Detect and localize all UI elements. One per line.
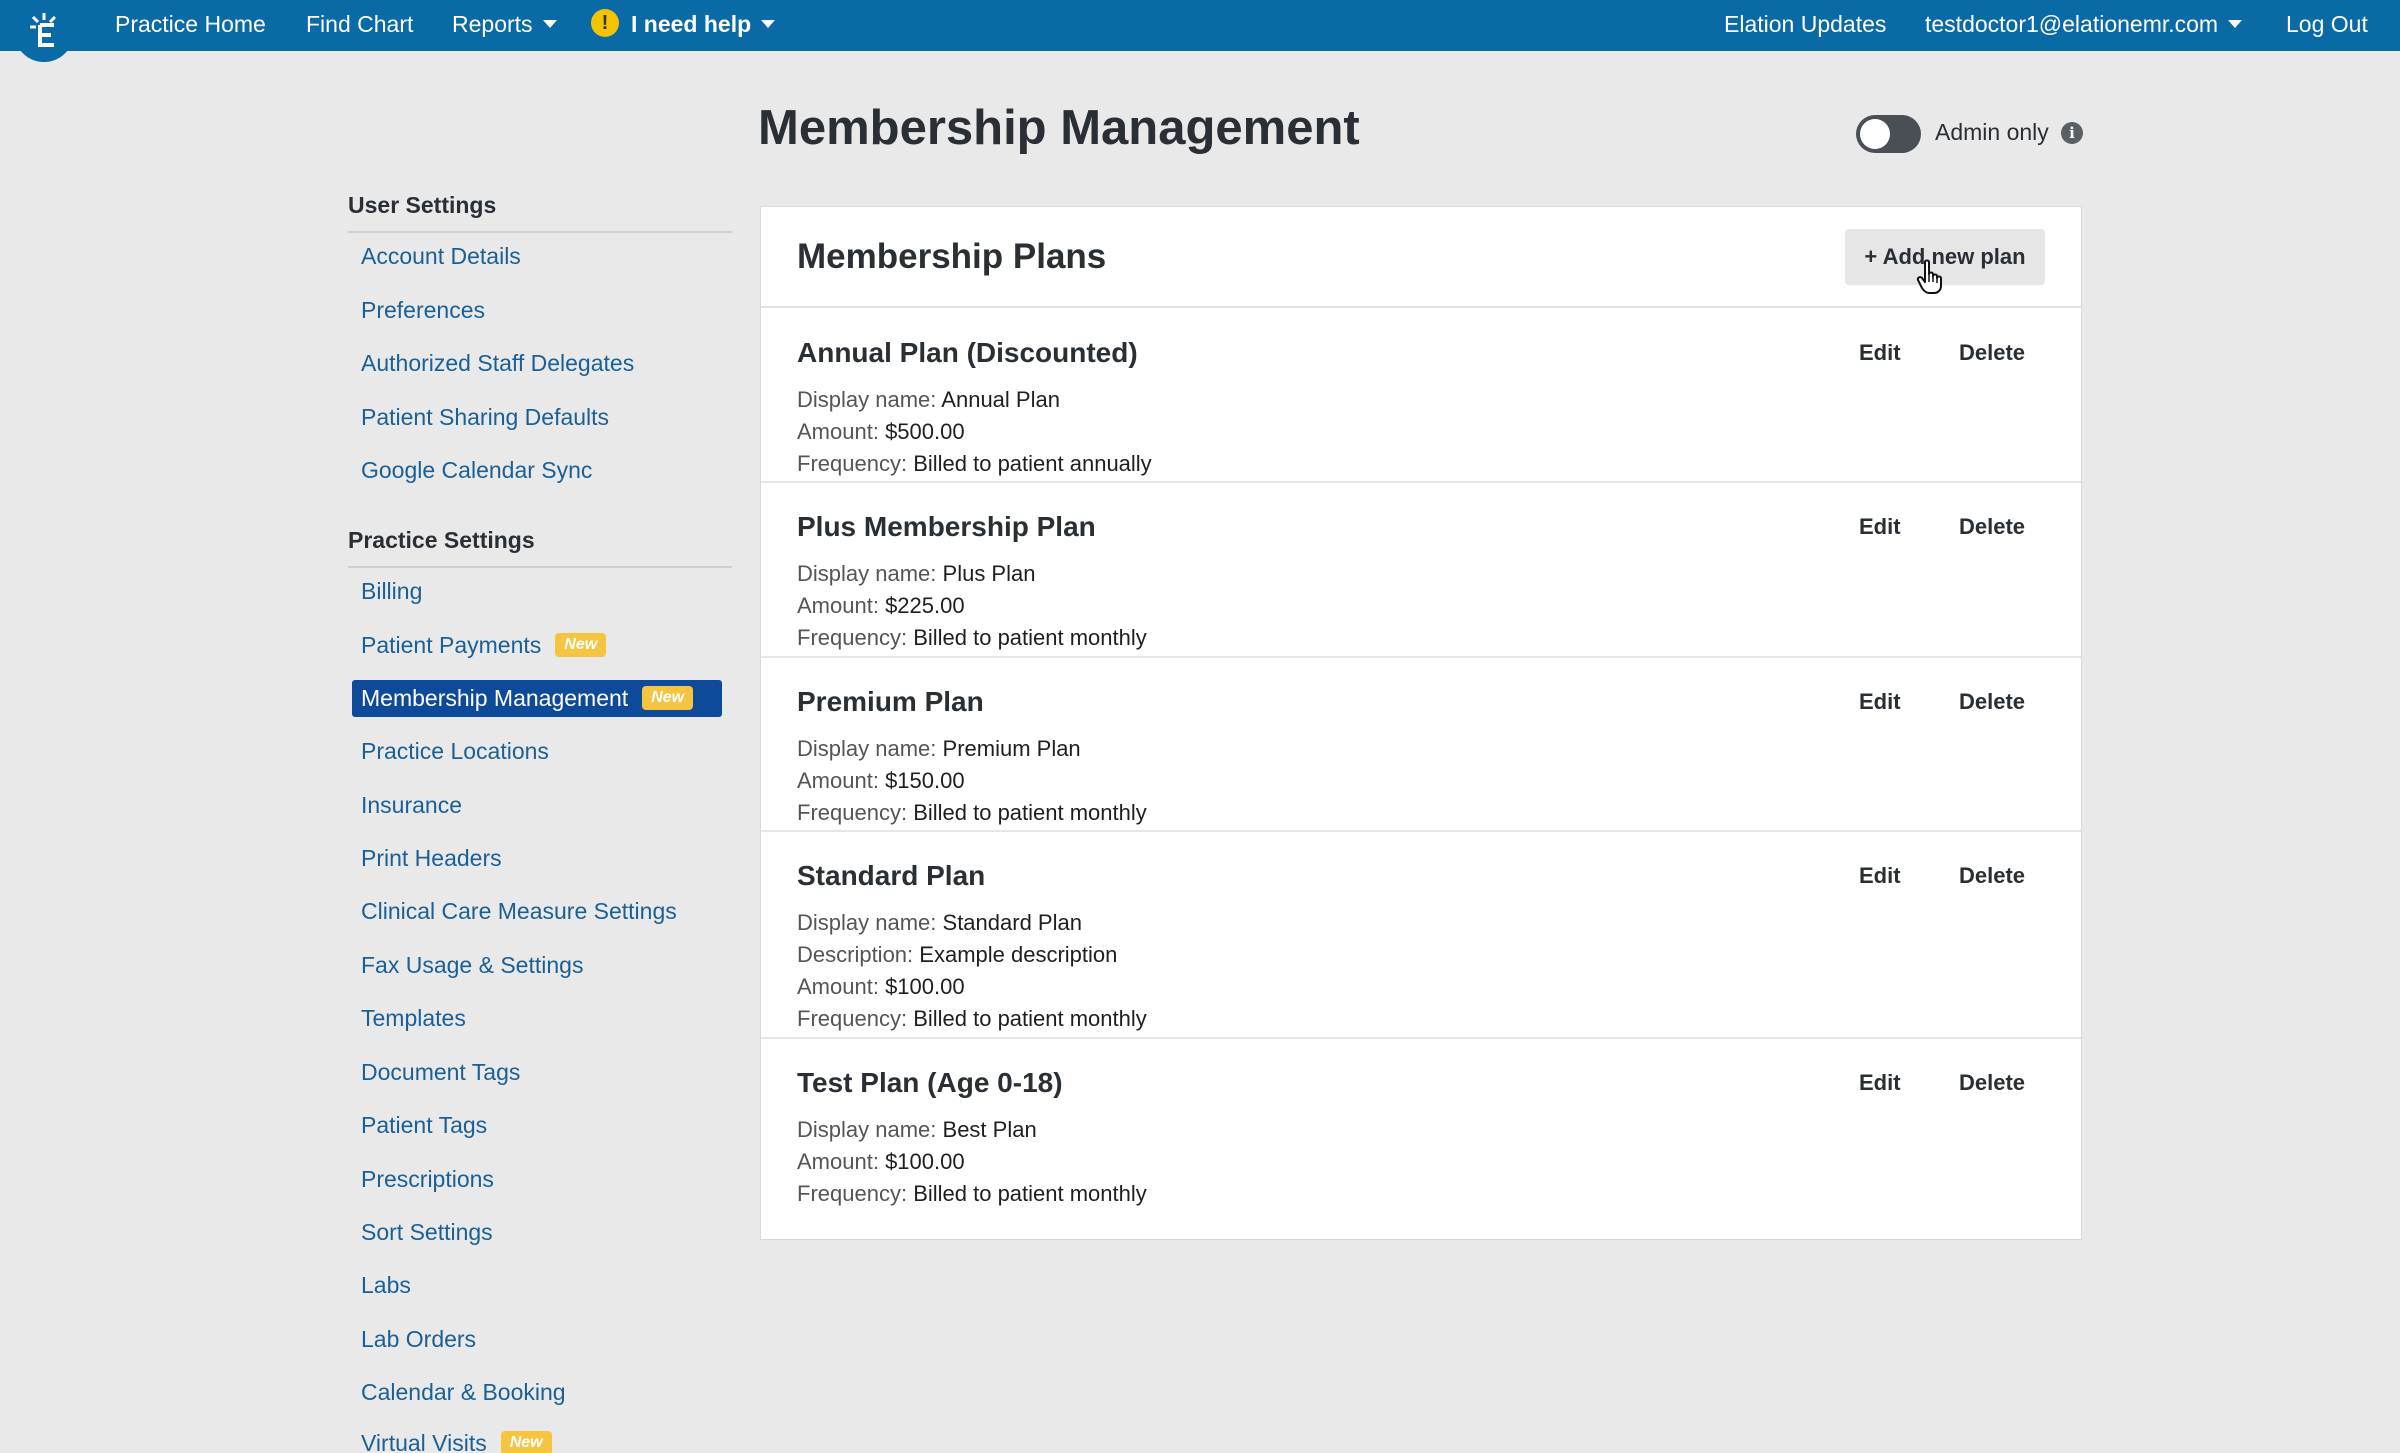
plan-display-name: Display name: Annual Plan xyxy=(797,387,1060,412)
edit-plan-button[interactable]: Edit xyxy=(1859,514,1901,540)
plan-name: Premium Plan xyxy=(797,686,984,717)
toggle-knob xyxy=(1860,119,1890,149)
new-badge: New xyxy=(500,1430,552,1453)
sidebar-item-templates[interactable]: Templates xyxy=(352,1000,722,1037)
elation-logo-icon xyxy=(30,13,57,47)
sidebar-item-fax-usage-settings[interactable]: Fax Usage & Settings xyxy=(352,947,722,984)
sidebar-item-preferences[interactable]: Preferences xyxy=(352,292,722,329)
sidebar-item-label: Virtual Visits xyxy=(361,1430,487,1453)
delete-plan-button[interactable]: Delete xyxy=(1959,340,2025,366)
nav-help-label: I need help xyxy=(631,11,752,37)
user-settings-heading: User Settings xyxy=(348,192,732,233)
sidebar-item-account-details[interactable]: Account Details xyxy=(352,238,722,275)
sidebar-item-label: Membership Management xyxy=(361,685,629,711)
plan-name: Plus Membership Plan xyxy=(797,511,1096,542)
sidebar-item-prescriptions[interactable]: Prescriptions xyxy=(352,1161,722,1198)
new-badge: New xyxy=(555,632,607,657)
plan-display-name: Display name: Premium Plan xyxy=(797,736,1081,761)
admin-only-label: Admin only xyxy=(1935,119,2049,145)
sidebar-item-insurance[interactable]: Insurance xyxy=(352,787,722,824)
sidebar-item-sort-settings[interactable]: Sort Settings xyxy=(352,1214,722,1251)
nav-i-need-help[interactable]: ! I need help xyxy=(591,0,776,51)
plan-row: Annual Plan (Discounted) Display name: A… xyxy=(761,309,2081,483)
plan-name: Annual Plan (Discounted) xyxy=(797,337,1138,368)
plan-frequency: Frequency: Billed to patient monthly xyxy=(797,625,1147,650)
nav-find-chart[interactable]: Find Chart xyxy=(306,0,413,51)
plan-display-name: Display name: Best Plan xyxy=(797,1117,1037,1142)
sidebar-item-patient-payments[interactable]: Patient Payments New xyxy=(352,627,722,664)
plan-amount: Amount: $225.00 xyxy=(797,593,965,618)
edit-plan-button[interactable]: Edit xyxy=(1859,689,1901,715)
plan-frequency: Frequency: Billed to patient monthly xyxy=(797,1006,1147,1031)
sidebar-item-lab-orders[interactable]: Lab Orders xyxy=(352,1321,722,1358)
plan-name: Standard Plan xyxy=(797,860,986,891)
sidebar-item-print-headers[interactable]: Print Headers xyxy=(352,840,722,877)
panel-header: Membership Plans + Add new plan xyxy=(761,207,2081,308)
sidebar-item-document-tags[interactable]: Document Tags xyxy=(352,1054,722,1091)
admin-only-toggle[interactable] xyxy=(1856,115,1921,153)
chevron-down-icon xyxy=(2228,19,2243,28)
plan-name: Test Plan (Age 0-18) xyxy=(797,1067,1063,1098)
top-navbar: Practice Home Find Chart Reports ! I need… xyxy=(0,0,2400,62)
elation-logo[interactable] xyxy=(14,2,74,62)
edit-plan-button[interactable]: Edit xyxy=(1859,863,1901,889)
membership-plans-panel: Membership Plans + Add new plan Annual P… xyxy=(760,206,2082,1240)
sidebar-item-authorized-staff-delegates[interactable]: Authorized Staff Delegates xyxy=(352,345,722,382)
plan-amount: Amount: $100.00 xyxy=(797,974,965,999)
practice-settings-heading: Practice Settings xyxy=(348,527,732,568)
plan-amount: Amount: $150.00 xyxy=(797,768,965,793)
panel-title: Membership Plans xyxy=(797,237,1107,276)
sidebar-item-practice-locations[interactable]: Practice Locations xyxy=(352,733,722,770)
sidebar-item-clinical-care-measure-settings[interactable]: Clinical Care Measure Settings xyxy=(352,893,722,930)
plan-row: Premium Plan Display name: Premium Plan … xyxy=(761,658,2081,832)
plan-display-name: Display name: Standard Plan xyxy=(797,910,1082,935)
nav-logout[interactable]: Log Out xyxy=(2286,0,2368,51)
warning-icon: ! xyxy=(591,8,619,37)
plan-frequency: Frequency: Billed to patient monthly xyxy=(797,800,1147,825)
sidebar-item-calendar-booking[interactable]: Calendar & Booking xyxy=(352,1374,722,1411)
delete-plan-button[interactable]: Delete xyxy=(1959,863,2025,889)
plan-amount: Amount: $100.00 xyxy=(797,1149,965,1174)
plan-description: Description: Example description xyxy=(797,942,1118,967)
plan-row: Test Plan (Age 0-18) Display name: Best … xyxy=(761,1039,2081,1239)
chevron-down-icon xyxy=(761,19,776,28)
delete-plan-button[interactable]: Delete xyxy=(1959,1070,2025,1096)
sidebar-item-patient-sharing-defaults[interactable]: Patient Sharing Defaults xyxy=(352,399,722,436)
edit-plan-button[interactable]: Edit xyxy=(1859,1070,1901,1096)
sidebar-item-billing[interactable]: Billing xyxy=(352,573,722,610)
hand-cursor-icon xyxy=(1916,259,1942,294)
info-icon[interactable]: i xyxy=(2061,122,2083,144)
nav-practice-home[interactable]: Practice Home xyxy=(115,0,266,51)
delete-plan-button[interactable]: Delete xyxy=(1959,514,2025,540)
nav-reports[interactable]: Reports xyxy=(452,0,557,51)
sidebar-item-label: Patient Payments xyxy=(361,632,542,658)
delete-plan-button[interactable]: Delete xyxy=(1959,689,2025,715)
plan-row: Plus Membership Plan Display name: Plus … xyxy=(761,483,2081,658)
sidebar-item-google-calendar-sync[interactable]: Google Calendar Sync xyxy=(352,452,722,489)
page-title: Membership Management xyxy=(758,101,1360,155)
plan-amount: Amount: $500.00 xyxy=(797,419,965,444)
sidebar-item-patient-tags[interactable]: Patient Tags xyxy=(352,1107,722,1144)
sidebar-item-virtual-visits[interactable]: Virtual Visits New xyxy=(352,1425,722,1453)
new-badge: New xyxy=(642,685,694,710)
user-email: testdoctor1@elationemr.com xyxy=(1925,11,2219,37)
chevron-down-icon xyxy=(542,19,557,28)
sidebar-item-labs[interactable]: Labs xyxy=(352,1267,722,1304)
plan-frequency: Frequency: Billed to patient annually xyxy=(797,451,1152,476)
edit-plan-button[interactable]: Edit xyxy=(1859,340,1901,366)
plan-row: Standard Plan Display name: Standard Pla… xyxy=(761,832,2081,1039)
sidebar-item-membership-management[interactable]: Membership Management New xyxy=(352,680,722,717)
nav-elation-updates[interactable]: Elation Updates xyxy=(1724,0,1886,51)
plan-display-name: Display name: Plus Plan xyxy=(797,561,1036,586)
nav-reports-label: Reports xyxy=(452,11,533,37)
nav-user-menu[interactable]: testdoctor1@elationemr.com xyxy=(1925,0,2243,51)
plan-frequency: Frequency: Billed to patient monthly xyxy=(797,1181,1147,1206)
